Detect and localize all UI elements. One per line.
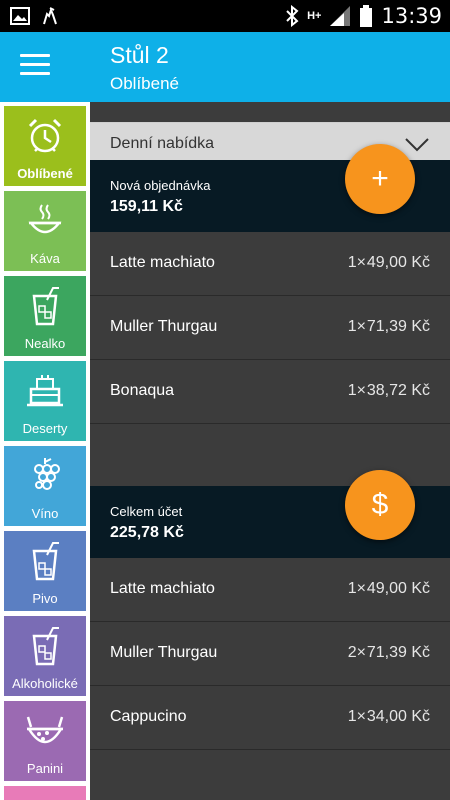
- item-price: 71,39 Kč: [366, 318, 430, 335]
- item-qty: 1×: [347, 580, 366, 597]
- item-name: Latte machiato: [110, 254, 215, 271]
- food-bowl-icon: [26, 716, 64, 744]
- signal-icon: [330, 6, 351, 26]
- order-row[interactable]: Bonaqua 1× 38,72 Kč: [90, 360, 450, 424]
- total-label: Celkem účet: [110, 504, 183, 519]
- hamburger-icon: [20, 54, 50, 57]
- bill-row[interactable]: Latte machiato 1× 49,00 Kč: [90, 558, 450, 622]
- dollar-icon: $: [371, 488, 389, 521]
- item-price: 49,00 Kč: [366, 580, 430, 597]
- category-deserty[interactable]: Deserty: [4, 361, 86, 441]
- category-nealko[interactable]: Nealko: [4, 276, 86, 356]
- image-icon: [10, 7, 30, 25]
- cake-icon: [27, 375, 63, 407]
- category-panini[interactable]: Panini: [4, 701, 86, 781]
- category-label: Panini: [26, 761, 64, 776]
- item-name: Muller Thurgau: [110, 318, 218, 335]
- item-qty: 1×: [347, 254, 366, 271]
- item-qty: 2×: [347, 644, 366, 661]
- bluetooth-icon: [286, 5, 299, 27]
- clock: 13:39: [381, 4, 442, 28]
- add-item-button[interactable]: +: [345, 144, 415, 214]
- grapes-icon: [34, 458, 60, 490]
- pay-button[interactable]: $: [345, 470, 415, 540]
- status-bar: H+ 13:39: [0, 0, 450, 32]
- coffee-bowl-icon: [28, 204, 62, 234]
- category-label: Pivo: [32, 591, 58, 606]
- plus-icon: +: [371, 162, 389, 195]
- order-row[interactable]: Muller Thurgau 1× 71,39 Kč: [90, 296, 450, 360]
- category-next-peek[interactable]: [4, 786, 86, 800]
- battery-icon: [360, 5, 373, 27]
- item-name: Cappucino: [110, 708, 187, 725]
- android-icon: [43, 7, 57, 25]
- item-name: Bonaqua: [110, 382, 175, 399]
- app-bar: Stůl 2 Oblíbené: [0, 32, 450, 102]
- item-name: Latte machiato: [110, 580, 215, 597]
- hamburger-line: [20, 72, 50, 75]
- category-label: Nealko: [24, 336, 66, 351]
- bill-row[interactable]: Muller Thurgau 2× 71,39 Kč: [90, 622, 450, 686]
- item-name: Muller Thurgau: [110, 644, 218, 661]
- order-row[interactable]: Latte machiato 1× 49,00 Kč: [90, 232, 450, 296]
- item-qty: 1×: [347, 708, 366, 725]
- item-price: 71,39 Kč: [366, 644, 430, 661]
- category-label: Deserty: [22, 421, 68, 436]
- new-order-label: Nová objednávka: [110, 178, 211, 193]
- category-label: Alkoholické: [12, 676, 78, 691]
- item-price: 38,72 Kč: [366, 382, 430, 399]
- beer-glass-icon: [32, 542, 59, 581]
- item-qty: 1×: [347, 318, 366, 335]
- bill-row[interactable]: Cappucino 1× 34,00 Kč: [90, 686, 450, 750]
- category-label: Víno: [31, 506, 59, 521]
- daily-menu-label: Denní nabídka: [110, 135, 215, 152]
- item-price: 49,00 Kč: [366, 254, 430, 271]
- new-order-amount: 159,11 Kč: [110, 198, 183, 215]
- item-qty: 1×: [347, 382, 366, 399]
- category-kava[interactable]: Káva: [4, 191, 86, 271]
- category-oblibene[interactable]: Oblíbené: [4, 106, 86, 186]
- category-label: Oblíbené: [17, 166, 73, 181]
- hamburger-line: [20, 63, 50, 66]
- menu-button[interactable]: [20, 54, 50, 80]
- page-subtitle: Oblíbené: [110, 74, 179, 93]
- drink-glass-icon: [32, 287, 59, 326]
- category-label: Káva: [30, 251, 60, 266]
- total-amount: 225,78 Kč: [110, 524, 184, 541]
- category-sidebar: Oblíbené Káva Nealko Deserty Víno Pivo A…: [0, 102, 90, 800]
- item-price: 34,00 Kč: [366, 708, 430, 725]
- category-pivo[interactable]: Pivo: [4, 531, 86, 611]
- network-type: H+: [307, 9, 322, 22]
- page-title: Stůl 2: [110, 42, 169, 68]
- category-alkoholicke[interactable]: Alkoholické: [4, 616, 86, 696]
- cocktail-glass-icon: [32, 627, 59, 666]
- category-vino[interactable]: Víno: [4, 446, 86, 526]
- alarm-clock-icon: [28, 118, 62, 153]
